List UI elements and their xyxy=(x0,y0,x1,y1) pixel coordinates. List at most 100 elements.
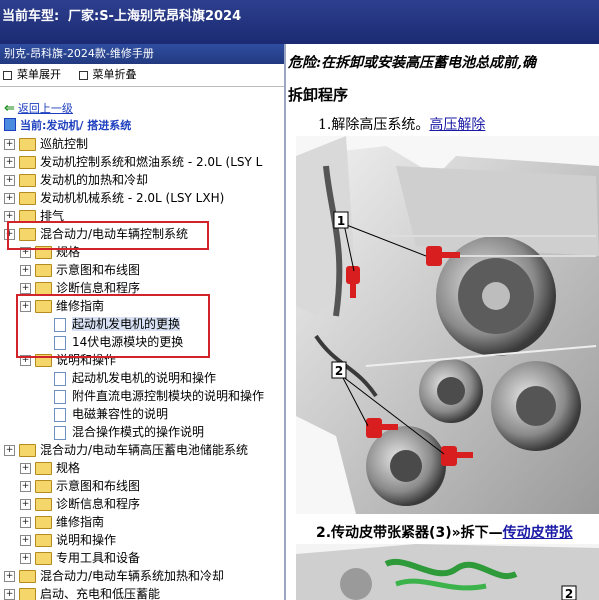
tree-item-label: 启动、充电和低压蓄能 xyxy=(40,587,161,600)
tree-item-label: 规格 xyxy=(56,461,81,475)
model-value: 厂家:S-上海别克昂科旗2024 xyxy=(68,9,242,24)
tree-item-label: 起动机发电机的说明和操作 xyxy=(72,371,217,385)
document-icon xyxy=(54,389,66,404)
tree-item-label: 诊断信息和程序 xyxy=(56,497,141,511)
tree-item[interactable]: + 发动机控制系统和燃油系统 - 2.0L (LSY L xyxy=(4,153,262,171)
tree-item-label: 电磁兼容性的说明 xyxy=(72,407,169,421)
tree-item[interactable]: + 示意图和布线图 xyxy=(20,477,140,495)
tree-item-label: 专用工具和设备 xyxy=(56,551,141,565)
collapse-icon xyxy=(78,70,88,80)
expand-menu-button[interactable]: 菜单展开 xyxy=(3,68,61,81)
back-link[interactable]: ⇐ 返回上一级 xyxy=(4,100,73,116)
tree-item[interactable]: + 专用工具和设备 xyxy=(20,549,140,567)
expand-toggle-icon[interactable]: + xyxy=(4,589,15,600)
folder-icon xyxy=(19,192,36,205)
highlight-box xyxy=(16,294,210,358)
expand-toggle-icon[interactable]: + xyxy=(4,193,15,204)
expand-toggle-icon[interactable]: + xyxy=(20,265,31,276)
expand-toggle-icon[interactable]: + xyxy=(4,445,15,456)
expand-icon xyxy=(3,70,12,80)
tree-item[interactable]: 电磁兼容性的说明 xyxy=(54,405,168,423)
svg-text:2: 2 xyxy=(335,364,343,378)
folder-icon xyxy=(35,498,52,511)
tree-item[interactable]: + 示意图和布线图 xyxy=(20,261,140,279)
content-pane: 危险:在拆卸或安装高压蓄电池总成前,确 拆卸程序 1.解除高压系统。高压解除 1… xyxy=(286,44,599,600)
step-1: 1.解除高压系统。高压解除 xyxy=(318,117,486,133)
tree-item[interactable]: 附件直流电源控制模块的说明和操作 xyxy=(54,387,264,405)
folder-icon xyxy=(19,138,36,151)
document-icon xyxy=(54,407,66,422)
folder-icon xyxy=(19,174,36,187)
tree-item[interactable]: 混合操作模式的操作说明 xyxy=(54,423,204,441)
procedure-title: 拆卸程序 xyxy=(288,86,349,104)
tree-item[interactable]: + 混合动力/电动车辆系统加热和冷却 xyxy=(4,567,224,585)
manual-title: 别克-昂科旗-2024款-维修手册 xyxy=(0,44,284,64)
folder-icon xyxy=(35,480,52,493)
hv-disable-link[interactable]: 高压解除 xyxy=(429,117,485,133)
tree-item[interactable]: + 维修指南 xyxy=(20,513,104,531)
tree-item[interactable]: 起动机发电机的说明和操作 xyxy=(54,369,216,387)
folder-icon xyxy=(35,264,52,277)
top-bar: 当前车型: 厂家:S-上海别克昂科旗2024 xyxy=(0,0,599,44)
tree-item-label: 发动机机械系统 - 2.0L (LSY LXH) xyxy=(40,191,225,205)
tree-item-label: 示意图和布线图 xyxy=(56,479,141,493)
folder-icon xyxy=(19,570,36,583)
tree-toolbar: 菜单展开 菜单折叠 xyxy=(0,64,284,87)
folder-icon xyxy=(19,444,36,457)
expand-toggle-icon[interactable]: + xyxy=(20,553,31,564)
tree-item[interactable]: + 规格 xyxy=(20,459,80,477)
tree-item-label: 发动机的加热和冷却 xyxy=(40,173,149,187)
tree-item-label: 混合操作模式的操作说明 xyxy=(72,425,205,439)
highlight-box xyxy=(7,221,209,250)
tree-item[interactable]: + 巡航控制 xyxy=(4,135,88,153)
tree-item-label: 混合动力/电动车辆系统加热和冷却 xyxy=(40,569,225,583)
belt-tensioner-link[interactable]: 传动皮带张 xyxy=(503,525,573,541)
engine-illustration: 1 2 xyxy=(296,136,599,514)
collapse-menu-button[interactable]: 菜单折叠 xyxy=(78,68,137,81)
belt-tensioner-illustration: 2 xyxy=(296,544,599,600)
expand-toggle-icon[interactable]: + xyxy=(20,481,31,492)
tree-item-label: 发动机控制系统和燃油系统 - 2.0L (LSY L xyxy=(40,155,263,169)
tree-item-label: 附件直流电源控制模块的说明和操作 xyxy=(72,389,265,403)
tree-item-label: 混合动力/电动车辆高压蓄电池储能系统 xyxy=(40,443,249,457)
svg-text:2: 2 xyxy=(565,587,573,600)
tree-item[interactable]: + 诊断信息和程序 xyxy=(20,495,140,513)
book-icon xyxy=(4,118,16,131)
expand-toggle-icon[interactable]: + xyxy=(20,463,31,474)
tree-item[interactable]: + 发动机的加热和冷却 xyxy=(4,171,148,189)
folder-icon xyxy=(35,462,52,475)
tree-item-label: 诊断信息和程序 xyxy=(56,281,141,295)
callout-3: 2 xyxy=(561,585,577,600)
document-icon xyxy=(54,425,66,440)
document-icon xyxy=(54,371,66,386)
callout-1: 1 xyxy=(333,211,349,229)
expand-toggle-icon[interactable]: + xyxy=(4,175,15,186)
navigation-pane: 别克-昂科旗-2024款-维修手册 菜单展开 菜单折叠 ⇐ 返回上一级 当前:发动… xyxy=(0,44,286,600)
step-2: 2.传动皮带张紧器(3)»拆下—传动皮带张 xyxy=(316,525,573,541)
expand-toggle-icon[interactable]: + xyxy=(20,535,31,546)
folder-icon xyxy=(19,156,36,169)
folder-icon xyxy=(35,534,52,547)
folder-icon xyxy=(35,552,52,565)
expand-toggle-icon[interactable]: + xyxy=(4,571,15,582)
expand-toggle-icon[interactable]: + xyxy=(20,499,31,510)
back-arrow-icon: ⇐ xyxy=(4,101,15,116)
tree-item[interactable]: + 混合动力/电动车辆高压蓄电池储能系统 xyxy=(4,441,248,459)
svg-text:1: 1 xyxy=(337,214,345,228)
callout-2: 2 xyxy=(331,361,347,379)
tree-item[interactable]: + 说明和操作 xyxy=(20,531,116,549)
tree-item-label: 维修指南 xyxy=(56,515,105,529)
tree-item[interactable]: + 启动、充电和低压蓄能 xyxy=(4,585,160,600)
current-path: 当前:发动机/ 搭进系统 xyxy=(4,117,131,133)
tree-item-label: 巡航控制 xyxy=(40,137,89,151)
folder-icon xyxy=(35,516,52,529)
expand-toggle-icon[interactable]: + xyxy=(4,157,15,168)
tree-item[interactable]: + 发动机机械系统 - 2.0L (LSY LXH) xyxy=(4,189,224,207)
tree-item-label: 说明和操作 xyxy=(56,533,117,547)
expand-toggle-icon[interactable]: + xyxy=(20,517,31,528)
expand-toggle-icon[interactable]: + xyxy=(4,139,15,150)
expand-toggle-icon[interactable]: + xyxy=(20,283,31,294)
folder-icon xyxy=(19,588,36,600)
danger-warning: 危险:在拆卸或安装高压蓄电池总成前,确 xyxy=(288,55,537,71)
tree-item-label: 示意图和布线图 xyxy=(56,263,141,277)
